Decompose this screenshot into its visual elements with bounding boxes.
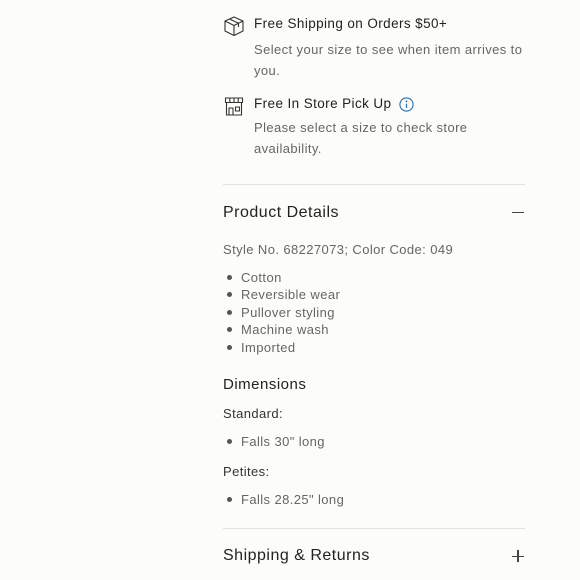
- box-icon: [223, 15, 245, 37]
- shipping-returns-title: Shipping & Returns: [223, 547, 370, 565]
- list-item: Cotton: [223, 269, 525, 286]
- list-item: Imported: [223, 339, 525, 356]
- store-pickup-title: Free In Store Pick Up: [254, 96, 392, 111]
- features-list: Cotton Reversible wear Pullover styling Mac…: [223, 269, 525, 356]
- product-side-panel: Free Shipping on Orders $50+ Select your…: [223, 0, 525, 580]
- petites-label: Petites:: [223, 464, 270, 480]
- list-item: Pullover styling: [223, 304, 525, 321]
- standard-dimensions-list: Falls 30" long: [223, 433, 525, 450]
- list-item: Falls 28.25" long: [223, 491, 525, 508]
- list-item: Reversible wear: [223, 286, 525, 303]
- free-shipping-title: Free Shipping on Orders $50+: [254, 16, 448, 31]
- store-pickup-row: Free In Store Pick Up Please select a si…: [223, 95, 525, 159]
- style-number: Style No. 68227073; Color Code: 049: [223, 242, 454, 257]
- minus-icon[interactable]: [511, 206, 525, 220]
- standard-label: Standard:: [223, 406, 283, 422]
- free-shipping-subtitle: Select your size to see when item arrive…: [254, 42, 523, 78]
- list-item: Falls 30" long: [223, 433, 525, 450]
- free-shipping-row: Free Shipping on Orders $50+ Select your…: [223, 15, 525, 81]
- plus-icon[interactable]: [511, 549, 525, 563]
- shipping-returns-header[interactable]: Shipping & Returns: [223, 529, 525, 580]
- store-pickup-title-line: Free In Store Pick Up: [254, 95, 525, 113]
- store-icon: [223, 95, 245, 117]
- product-details-section: Product Details Style No. 68227073; Colo…: [223, 185, 525, 509]
- product-details-header[interactable]: Product Details: [223, 185, 525, 240]
- info-icon[interactable]: [399, 96, 415, 112]
- petites-dimensions-list: Falls 28.25" long: [223, 491, 525, 508]
- dimensions-title: Dimensions: [223, 376, 307, 394]
- store-pickup-subtitle: Please select a size to check store avai…: [254, 120, 468, 156]
- product-details-title: Product Details: [223, 203, 339, 221]
- list-item: Machine wash: [223, 321, 525, 338]
